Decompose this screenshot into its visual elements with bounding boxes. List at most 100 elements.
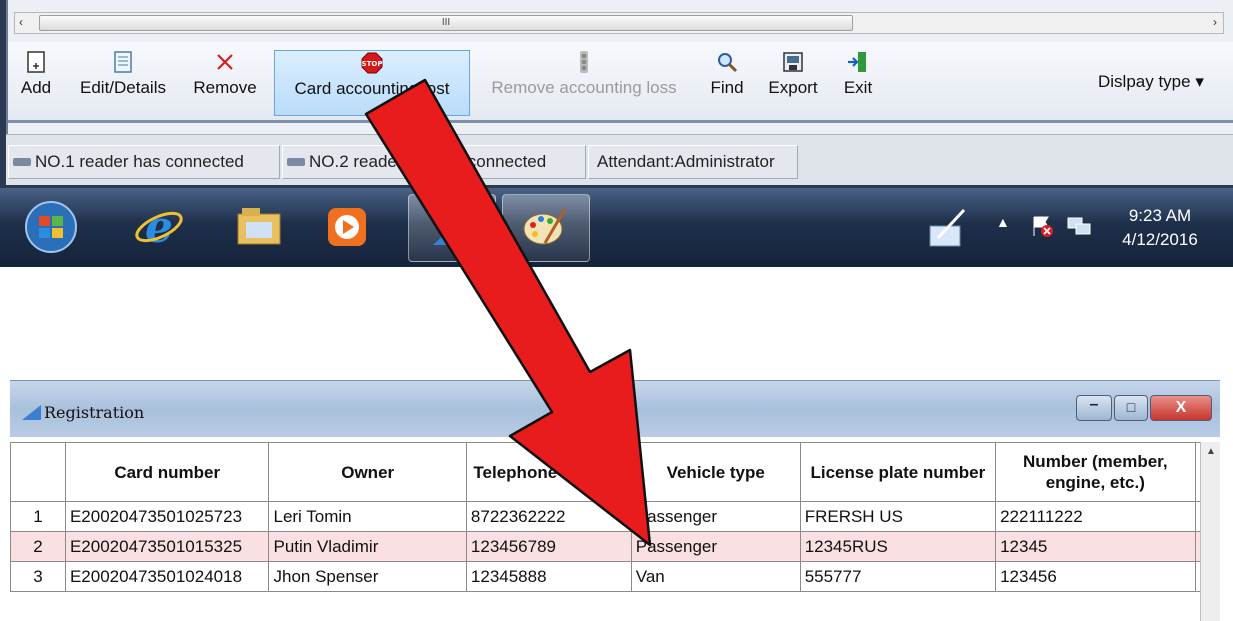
- internet-explorer-icon[interactable]: e: [132, 200, 186, 254]
- file-explorer-icon[interactable]: [232, 200, 286, 254]
- maximize-button[interactable]: □: [1114, 395, 1148, 421]
- column-header-license-plate[interactable]: License plate number: [799, 442, 997, 502]
- remove-accounting-loss-button[interactable]: Remove accounting loss: [474, 50, 694, 116]
- traffic-light-icon: [580, 51, 588, 73]
- remove-accounting-loss-label: Remove accounting loss: [491, 78, 677, 97]
- cell-number[interactable]: 123456: [995, 561, 1196, 592]
- cell-card-number[interactable]: E20020473501025723: [64, 501, 270, 532]
- row-index: 2: [10, 531, 66, 562]
- cell-telephone[interactable]: 123456789: [465, 531, 632, 562]
- card-accounting-lost-button[interactable]: STOP Card accounting lost: [274, 50, 470, 116]
- card-accounting-lost-label: Card accounting lost: [294, 79, 450, 98]
- export-icon: [783, 52, 803, 72]
- row-index: 3: [10, 561, 66, 592]
- display-type-dropdown[interactable]: Dislpay type ▾: [1098, 72, 1204, 92]
- remove-icon: [217, 54, 233, 70]
- windows-taskbar: e ▲ 9:23 AM 4/12/2016: [0, 188, 1233, 267]
- app-icon: [433, 211, 469, 245]
- scroll-left-arrow[interactable]: ‹: [19, 15, 23, 29]
- window-title: Registration: [44, 403, 145, 422]
- column-header-number[interactable]: Number (member, engine, etc.): [995, 442, 1196, 502]
- display-type-label: Dislpay type: [1098, 72, 1191, 91]
- network-icon[interactable]: [1066, 214, 1092, 238]
- pen-input-icon[interactable]: [928, 206, 968, 250]
- cell-telephone[interactable]: 12345888: [465, 561, 632, 592]
- status-reader-2-text: NO.2 reader has not connected: [309, 152, 547, 171]
- find-button[interactable]: Find: [700, 50, 754, 116]
- table-row[interactable]: 1 E20020473501025723 Leri Tomin 87223622…: [10, 501, 1220, 532]
- edit-details-label: Edit/Details: [80, 78, 166, 97]
- system-clock[interactable]: 9:23 AM 4/12/2016: [1112, 204, 1208, 252]
- cell-owner[interactable]: Putin Vladimir: [268, 531, 467, 562]
- table-row-selected[interactable]: 2 E20020473501015325 Putin Vladimir 1234…: [10, 531, 1220, 562]
- registration-taskbar-button[interactable]: [408, 194, 496, 262]
- cell-card-number[interactable]: E20020473501024018: [64, 561, 270, 592]
- bottom-screenshot: Registration – □ X Card number Owner Tel…: [10, 380, 1220, 621]
- show-hidden-icons-chevron-icon[interactable]: ▲: [996, 214, 1010, 230]
- cell-license-plate[interactable]: 555777: [799, 561, 997, 592]
- start-orb-icon[interactable]: [24, 200, 78, 254]
- status-reader-1: NO.1 reader has connected: [8, 145, 280, 179]
- table-header-row: Card number Owner Telephone number Vehic…: [10, 442, 1220, 502]
- edit-icon: [114, 51, 132, 73]
- app-icon: [22, 405, 41, 420]
- cell-owner[interactable]: Leri Tomin: [268, 501, 467, 532]
- remove-button[interactable]: Remove: [184, 50, 266, 116]
- paint-palette-icon: [523, 208, 567, 245]
- cell-vehicle-type[interactable]: Van: [630, 561, 801, 592]
- action-center-flag-icon[interactable]: [1030, 214, 1054, 238]
- table-row[interactable]: 3 E20020473501024018 Jhon Spenser 123458…: [10, 561, 1220, 592]
- exit-icon: [848, 52, 866, 72]
- status-reader-1-text: NO.1 reader has connected: [35, 152, 244, 171]
- clock-time: 9:23 AM: [1128, 206, 1192, 225]
- cell-number[interactable]: 222111222: [995, 501, 1196, 532]
- window-title-bar[interactable]: Registration – □ X: [10, 380, 1220, 437]
- svg-text:STOP: STOP: [362, 60, 383, 68]
- scroll-up-arrow-icon[interactable]: ▲: [1206, 446, 1216, 457]
- magnifier-icon: [718, 53, 738, 73]
- paint-taskbar-button[interactable]: [502, 194, 590, 262]
- chevron-down-icon: ▾: [1195, 72, 1204, 91]
- reader-plug-icon: [287, 158, 305, 166]
- app-window-frame: ‹ III › Add Edit/Details Remove STOP Car…: [6, 0, 1233, 134]
- toolbar: Add Edit/Details Remove STOP Card accoun…: [8, 42, 1233, 123]
- cell-telephone[interactable]: 8722362222: [465, 501, 632, 532]
- export-button[interactable]: Export: [758, 50, 828, 116]
- clock-date: 4/12/2016: [1122, 230, 1198, 249]
- cell-number[interactable]: 12345: [995, 531, 1196, 562]
- cell-license-plate[interactable]: FRERSH US: [799, 501, 997, 532]
- cell-license-plate[interactable]: 12345RUS: [799, 531, 997, 562]
- column-header-telephone[interactable]: Telephone number: [465, 442, 632, 502]
- scroll-right-arrow[interactable]: ›: [1213, 15, 1217, 29]
- status-reader-2: NO.2 reader has not connected: [282, 145, 586, 179]
- scroll-thumb[interactable]: III: [39, 15, 853, 31]
- status-attendant: Attendant:Administrator: [588, 145, 798, 179]
- column-header-index[interactable]: [10, 442, 66, 502]
- horizontal-scrollbar[interactable]: ‹ III ›: [14, 12, 1224, 34]
- top-screenshot: ‹ III › Add Edit/Details Remove STOP Car…: [0, 0, 1233, 267]
- stop-sign-icon: STOP: [361, 52, 383, 74]
- column-header-owner[interactable]: Owner: [268, 442, 467, 502]
- column-header-vehicle-type[interactable]: Vehicle type: [630, 442, 801, 502]
- cell-owner[interactable]: Jhon Spenser: [268, 561, 467, 592]
- registration-table: Card number Owner Telephone number Vehic…: [10, 442, 1220, 592]
- find-label: Find: [710, 78, 744, 97]
- minimize-button[interactable]: –: [1076, 395, 1112, 421]
- cell-card-number[interactable]: E20020473501015325: [64, 531, 270, 562]
- remove-label: Remove: [193, 78, 257, 97]
- edit-details-button[interactable]: Edit/Details: [68, 50, 178, 116]
- status-bar: NO.1 reader has connected NO.2 reader ha…: [6, 134, 1233, 185]
- add-label: Add: [20, 78, 52, 97]
- vertical-scrollbar[interactable]: ▲: [1200, 442, 1220, 621]
- exit-label: Exit: [843, 78, 873, 97]
- add-icon: [27, 51, 45, 73]
- cell-vehicle-type[interactable]: Passenger: [630, 531, 801, 562]
- add-button[interactable]: Add: [14, 50, 58, 116]
- exit-button[interactable]: Exit: [836, 50, 880, 116]
- media-player-icon[interactable]: [320, 200, 374, 254]
- cell-vehicle-type[interactable]: Passenger: [630, 501, 801, 532]
- close-button[interactable]: X: [1150, 395, 1212, 421]
- status-attendant-text: Attendant:Administrator: [597, 152, 775, 171]
- reader-plug-icon: [13, 158, 31, 166]
- column-header-card-number[interactable]: Card number: [64, 442, 270, 502]
